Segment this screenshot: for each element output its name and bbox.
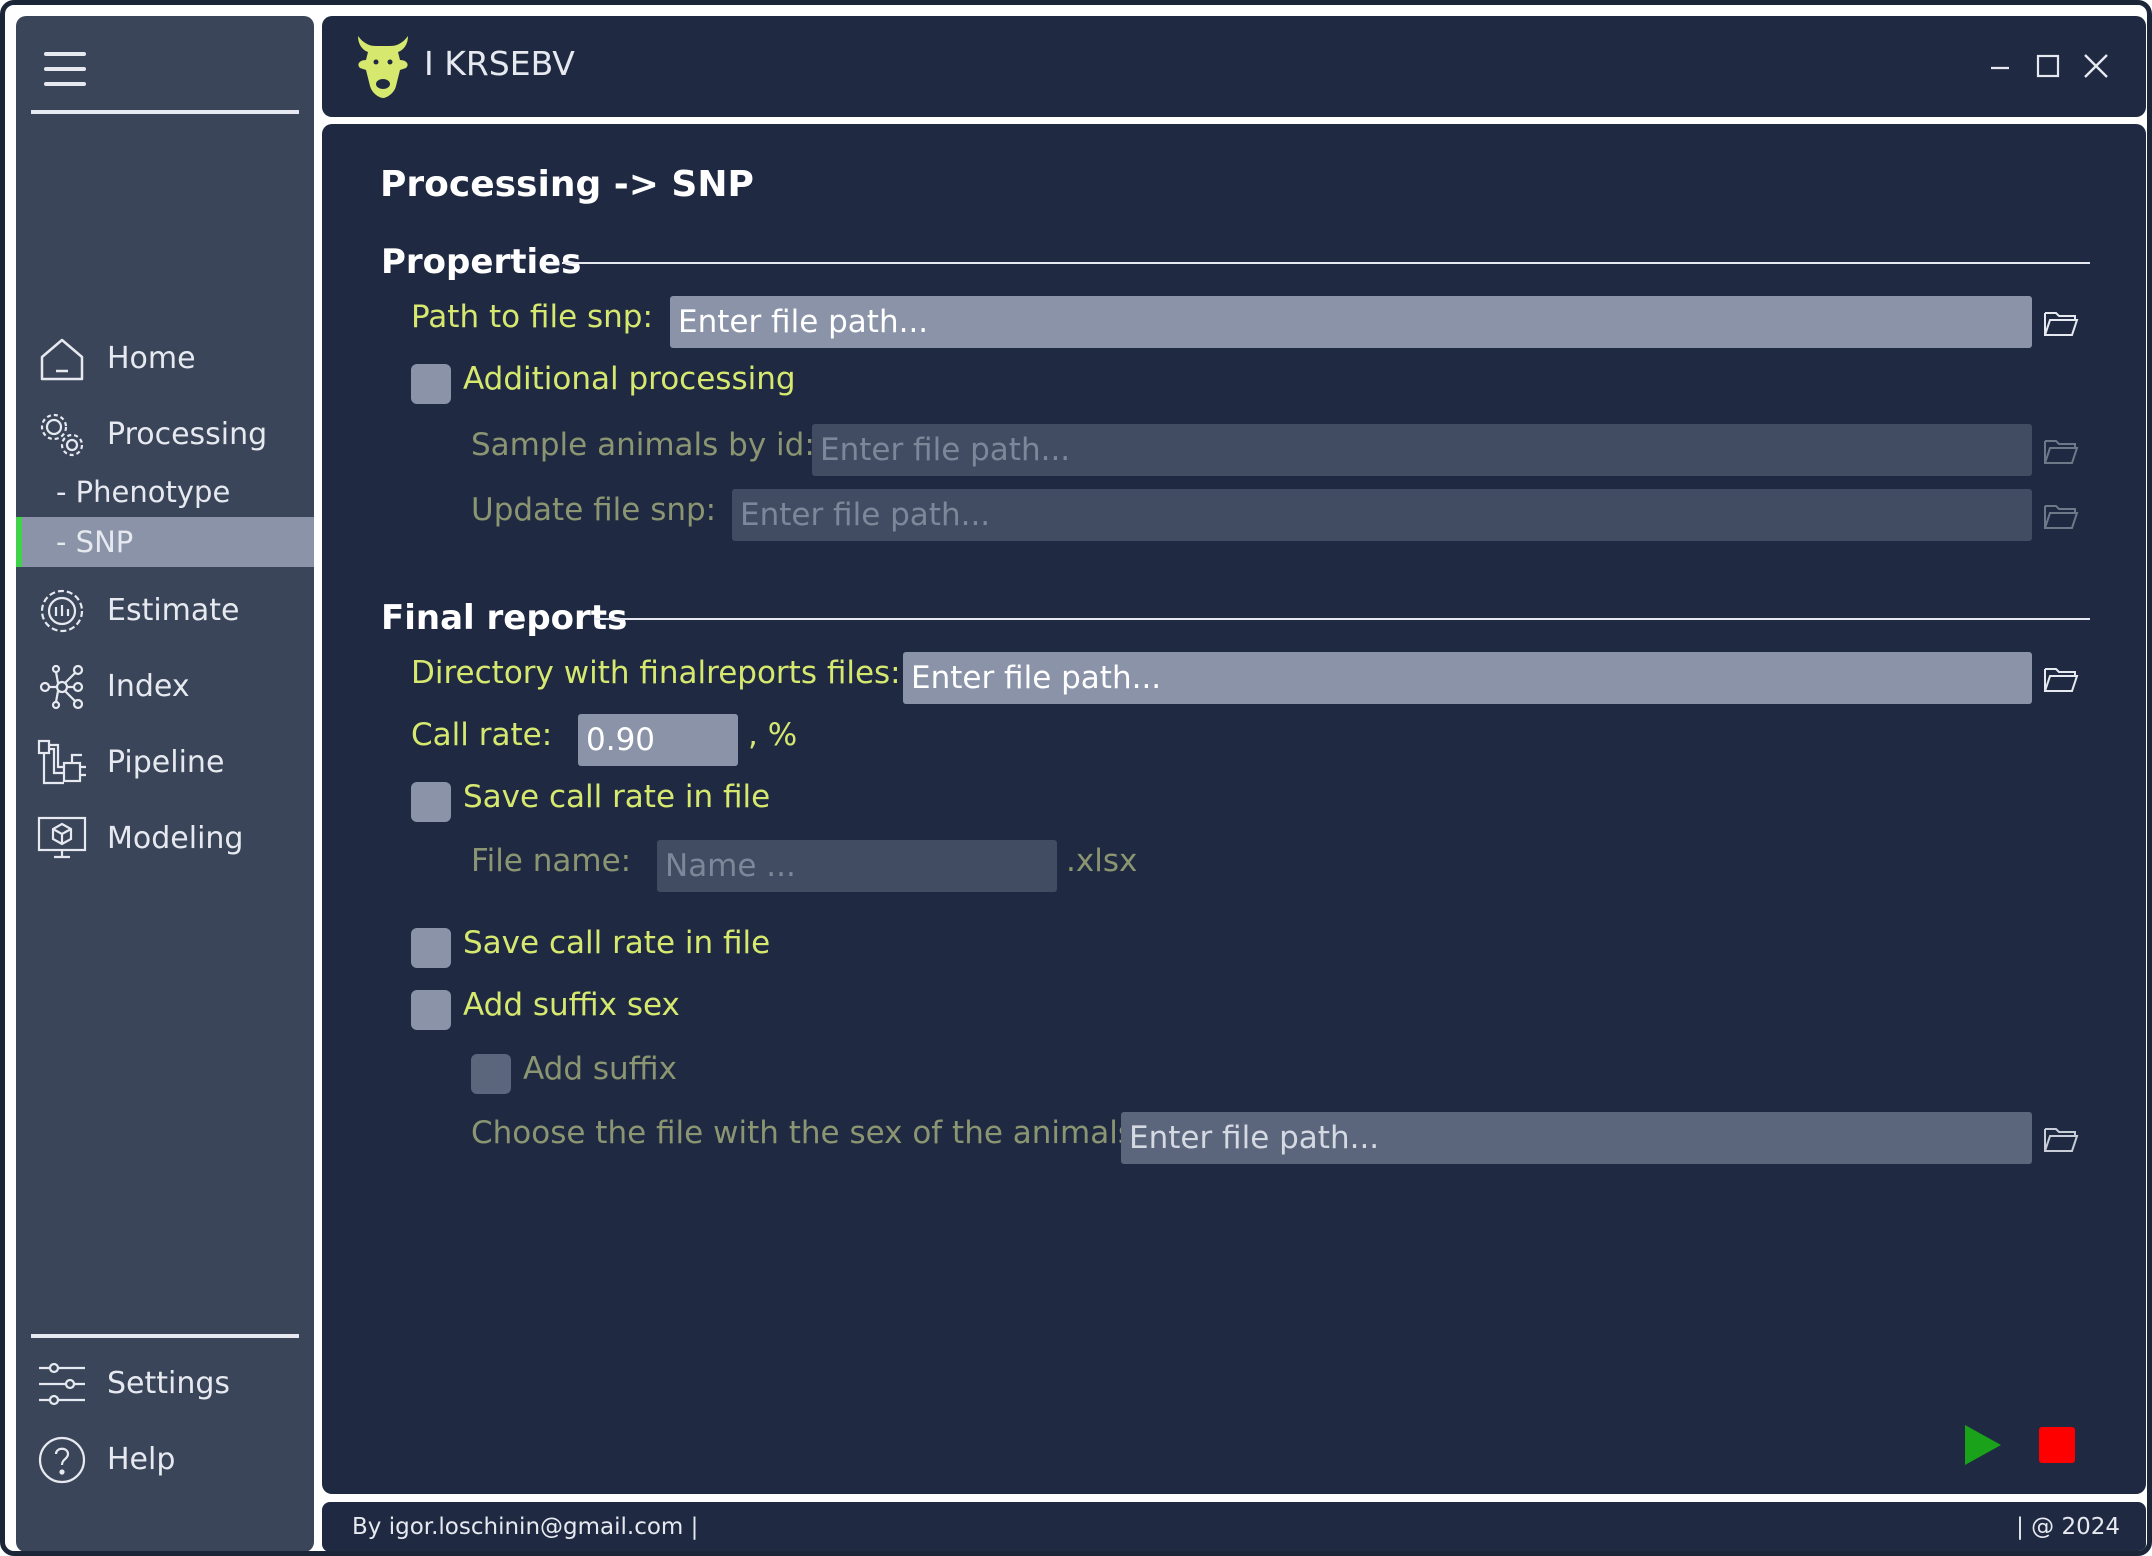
maximize-button[interactable] [2028,46,2068,86]
save-call-rate-label: Save call rate in file [463,779,771,815]
sidebar-item-snp[interactable]: - SNP [16,517,314,567]
section-title-properties: Properties [381,242,582,282]
folder-icon[interactable] [2043,501,2079,531]
sidebar-item-processing[interactable]: Processing [16,401,314,467]
update-snp-label: Update file snp: [471,492,717,528]
path-snp-input[interactable] [670,296,2032,348]
add-suffix-sex-checkbox[interactable] [411,990,451,1030]
save-call-rate-label-2: Save call rate in file [463,925,771,961]
sidebar-item-label: Index [107,668,190,704]
sidebar-item-label: - SNP [56,525,134,559]
title-bar: I KRSEBV [322,16,2146,117]
home-icon [36,333,88,385]
sex-file-input[interactable] [1121,1112,2032,1164]
file-extension-label: .xlsx [1066,843,1138,879]
sidebar-item-label: Help [107,1441,176,1477]
sidebar-item-estimate[interactable]: Estimate [16,577,314,643]
sidebar-item-settings[interactable]: Settings [16,1350,314,1416]
save-call-rate-checkbox-2[interactable] [411,928,451,968]
finalreports-dir-input[interactable] [903,652,2032,704]
additional-processing-checkbox[interactable] [411,364,451,404]
index-icon [36,661,88,713]
sliders-icon [36,1358,88,1410]
call-rate-input[interactable] [578,714,738,766]
footer-copyright: | @ 2024 [2016,1514,2120,1540]
sidebar-item-label: Estimate [107,592,240,628]
sidebar-item-label: Modeling [107,820,244,856]
folder-icon[interactable] [2043,1124,2079,1154]
save-call-rate-checkbox[interactable] [411,782,451,822]
modeling-icon [36,813,88,865]
file-name-input[interactable] [657,840,1057,892]
play-icon [1965,1425,2001,1465]
additional-processing-label: Additional processing [463,361,796,397]
close-button[interactable] [2076,46,2116,86]
stop-button[interactable] [2037,1425,2077,1465]
sample-animals-label: Sample animals by id: [471,427,815,463]
sidebar-item-label: Settings [107,1365,231,1401]
sidebar-item-pipeline[interactable]: Pipeline [16,729,314,795]
sidebar: Home Processing - Phenotype - SNP Estima… [16,16,314,1551]
finalreports-dir-label: Directory with finalreports files: [411,655,901,691]
folder-icon[interactable] [2043,308,2079,338]
sidebar-item-modeling[interactable]: Modeling [16,805,314,871]
sidebar-item-label: Home [107,340,196,376]
section-divider [594,618,2090,620]
folder-icon[interactable] [2043,664,2079,694]
sex-file-label: Choose the file with the sex of the anim… [471,1115,1145,1151]
update-snp-input[interactable] [732,489,2032,541]
add-suffix-checkbox[interactable] [471,1054,511,1094]
app-title: KRSEBV [444,44,575,83]
app-title-prefix: I [424,44,434,83]
stop-icon [2039,1427,2075,1463]
sidebar-item-index[interactable]: Index [16,653,314,719]
call-rate-label: Call rate: [411,717,553,753]
run-button[interactable] [1963,1425,2003,1465]
sidebar-divider-top [31,110,299,114]
footer-author: By igor.loschinin@gmail.com | [352,1514,699,1540]
minimize-button[interactable] [1980,46,2020,86]
sidebar-item-label: - Phenotype [56,475,231,509]
folder-icon[interactable] [2043,436,2079,466]
page-title: Processing -> SNP [380,164,754,205]
estimate-icon [36,585,88,637]
sample-animals-input[interactable] [812,424,2032,476]
sidebar-item-help[interactable]: Help [16,1426,314,1492]
call-rate-unit: , % [748,717,798,753]
help-icon [36,1434,88,1486]
cow-logo-icon [350,30,416,102]
sidebar-item-phenotype[interactable]: - Phenotype [16,467,314,517]
menu-toggle-button[interactable] [44,52,86,86]
sidebar-item-home[interactable]: Home [16,325,314,391]
main-panel: Processing -> SNP Properties Path to fil… [322,124,2146,1494]
gears-icon [36,409,88,461]
sidebar-item-label: Pipeline [107,744,225,780]
section-title-final-reports: Final reports [381,598,628,638]
add-suffix-sex-label: Add suffix sex [463,987,680,1023]
file-name-label: File name: [471,843,632,879]
section-divider [562,262,2090,264]
path-snp-label: Path to file snp: [411,299,653,335]
pipeline-icon [36,737,88,789]
app-window: Home Processing - Phenotype - SNP Estima… [0,0,2152,1556]
app-title-wrap: I KRSEBV [424,44,575,83]
sidebar-divider-bottom [31,1334,299,1338]
add-suffix-label: Add suffix [523,1051,677,1087]
status-bar: By igor.loschinin@gmail.com | | @ 2024 [322,1502,2146,1551]
sidebar-item-label: Processing [107,416,268,452]
